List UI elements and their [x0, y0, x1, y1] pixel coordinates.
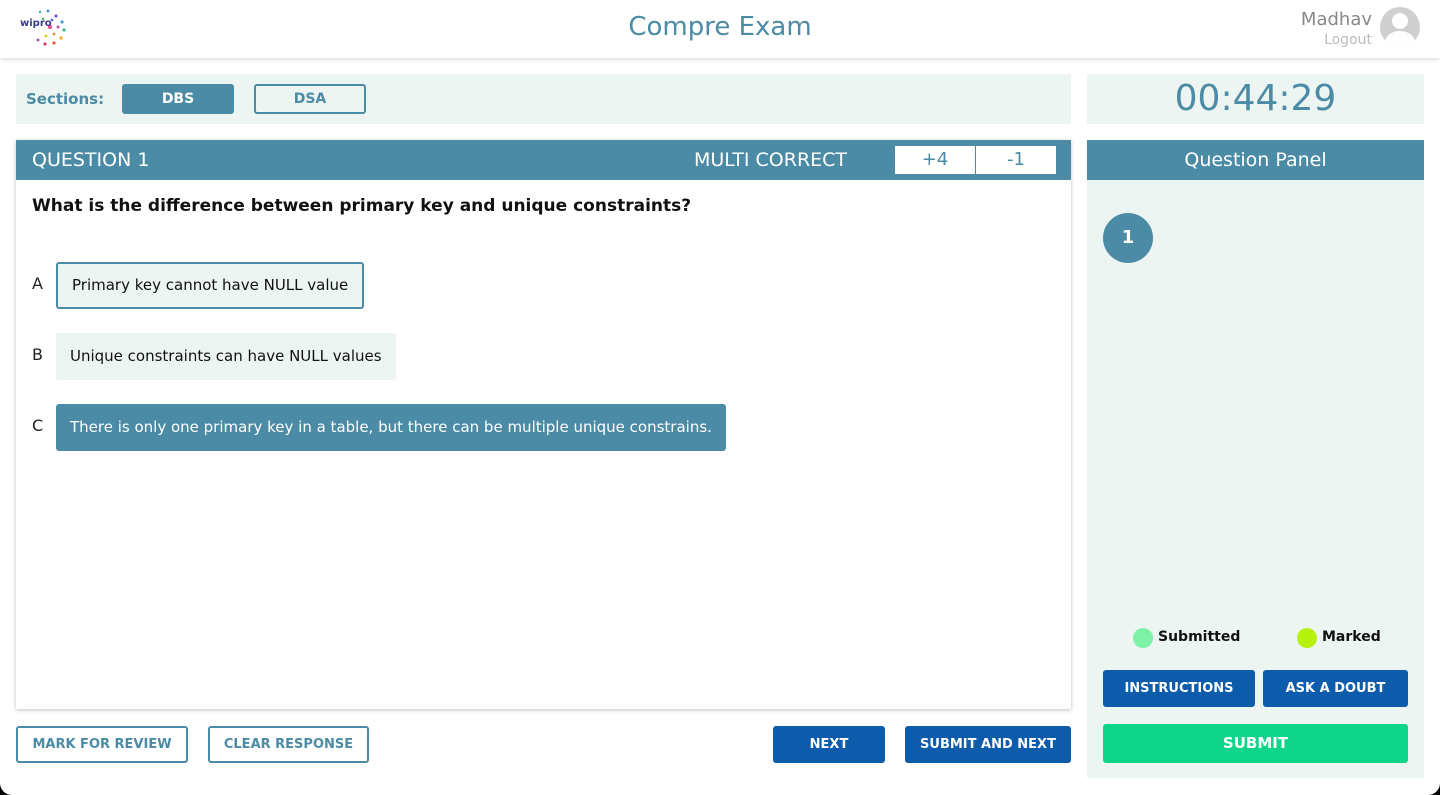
submit-exam-button[interactable]: SUBMIT	[1103, 724, 1408, 763]
submitted-legend-icon	[1133, 628, 1153, 648]
exam-title: Compre Exam	[628, 12, 812, 42]
avatar-body	[1385, 31, 1415, 47]
negative-marks-badge: -1	[976, 146, 1056, 174]
marked-legend-icon	[1297, 628, 1317, 648]
question-text: What is the difference between primary k…	[32, 196, 692, 216]
user-avatar-icon[interactable]	[1380, 7, 1420, 47]
submitted-legend-label: Submitted	[1158, 629, 1241, 645]
option-letter-c: C	[32, 416, 44, 435]
question-panel-title: Question Panel	[1087, 140, 1424, 180]
ask-doubt-button[interactable]: ASK A DOUBT	[1263, 670, 1408, 707]
question-header: QUESTION 1 MULTI CORRECT +4 -1	[16, 140, 1071, 180]
next-button[interactable]: NEXT	[773, 726, 885, 763]
timer-box: 00:44:29	[1087, 74, 1424, 124]
avatar-head	[1392, 13, 1408, 29]
top-header: wipro Compre Exam Madhav Logout	[0, 0, 1440, 58]
section-tab-dsa[interactable]: DSA	[254, 84, 366, 114]
section-tab-dbs[interactable]: DBS	[122, 84, 234, 114]
question-nav-1[interactable]: 1	[1103, 213, 1153, 263]
question-panel: Question Panel 1 Submitted Marked INSTRU…	[1087, 140, 1424, 778]
option-letter-b: B	[32, 345, 43, 364]
option-b[interactable]: Unique constraints can have NULL values	[56, 333, 396, 380]
question-number: QUESTION 1	[32, 149, 150, 171]
sections-bar: Sections: DBS DSA	[16, 74, 1071, 124]
option-a[interactable]: Primary key cannot have NULL value	[56, 262, 365, 309]
option-letter-a: A	[32, 274, 43, 293]
mark-for-review-button[interactable]: MARK FOR REVIEW	[16, 726, 188, 763]
countdown-timer: 00:44:29	[1174, 78, 1337, 119]
user-name: Madhav	[1300, 9, 1372, 30]
clear-response-button[interactable]: CLEAR RESPONSE	[208, 726, 369, 763]
sections-label: Sections:	[26, 90, 105, 108]
logout-link[interactable]: Logout	[1324, 32, 1372, 48]
submit-and-next-button[interactable]: SUBMIT AND NEXT	[905, 726, 1071, 763]
question-type: MULTI CORRECT	[694, 149, 848, 171]
instructions-button[interactable]: INSTRUCTIONS	[1103, 670, 1255, 707]
question-card: QUESTION 1 MULTI CORRECT +4 -1 What is t…	[16, 140, 1071, 709]
exam-page: wipro Compre Exam Madhav Logout Sections…	[0, 0, 1440, 795]
positive-marks-badge: +4	[895, 146, 975, 174]
option-c[interactable]: There is only one primary key in a table…	[56, 404, 726, 451]
marked-legend-label: Marked	[1322, 629, 1381, 645]
